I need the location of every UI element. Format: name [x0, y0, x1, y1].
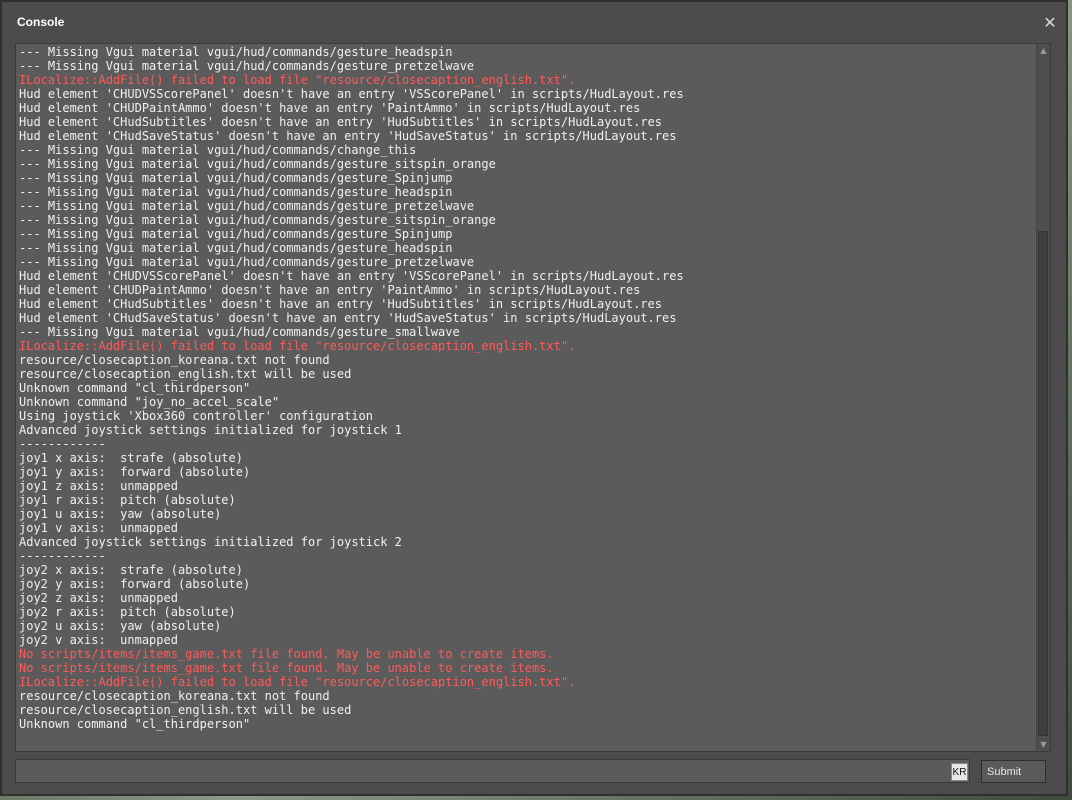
scroll-thumb[interactable]: [1038, 231, 1048, 736]
console-line: joy1 v axis: unmapped: [19, 521, 178, 535]
submit-button[interactable]: Submit: [981, 760, 1046, 783]
console-line: joy1 r axis: pitch (absolute): [19, 493, 236, 507]
console-line: Hud element 'CHUDPaintAmmo' doesn't have…: [19, 101, 641, 115]
title-bar[interactable]: Console ✕: [2, 2, 1066, 44]
console-line: --- Missing Vgui material vgui/hud/comma…: [19, 45, 453, 59]
console-line: --- Missing Vgui material vgui/hud/comma…: [19, 241, 453, 255]
console-line: resource/closecaption_koreana.txt not fo…: [19, 353, 330, 367]
console-line: Unknown command "cl_thirdperson": [19, 717, 251, 731]
console-line: --- Missing Vgui material vgui/hud/comma…: [19, 185, 453, 199]
console-line-error: No scripts/items/items_game.txt file fou…: [19, 661, 554, 675]
console-line: Unknown command "cl_thirdperson": [19, 381, 251, 395]
console-line: Unknown command "joy_no_accel_scale": [19, 395, 280, 409]
command-input[interactable]: [15, 759, 970, 783]
scroll-up-icon[interactable]: ▲: [1037, 44, 1050, 57]
console-line: Using joystick 'Xbox360 controller' conf…: [19, 409, 374, 423]
console-line: Hud element 'CHUDVSScorePanel' doesn't h…: [19, 87, 684, 101]
window-title: Console: [17, 15, 65, 29]
console-line: Hud element 'CHUDPaintAmmo' doesn't have…: [19, 283, 641, 297]
console-line: joy1 u axis: yaw (absolute): [19, 507, 222, 521]
console-line: Hud element 'CHudSaveStatus' doesn't hav…: [19, 311, 677, 325]
console-line: joy2 v axis: unmapped: [19, 633, 178, 647]
console-line: ------------: [19, 549, 106, 563]
scroll-down-icon[interactable]: ▼: [1037, 738, 1050, 751]
console-line: --- Missing Vgui material vgui/hud/comma…: [19, 227, 453, 241]
console-line: Hud element 'CHUDVSScorePanel' doesn't h…: [19, 269, 684, 283]
console-line: joy2 z axis: unmapped: [19, 591, 178, 605]
console-line: resource/closecaption_english.txt will b…: [19, 703, 352, 717]
console-line: Hud element 'CHudSaveStatus' doesn't hav…: [19, 129, 677, 143]
console-line: --- Missing Vgui material vgui/hud/comma…: [19, 171, 453, 185]
console-line: --- Missing Vgui material vgui/hud/comma…: [19, 199, 475, 213]
console-line: Advanced joystick settings initialized f…: [19, 535, 402, 549]
console-line-error: ILocalize::AddFile() failed to load file…: [19, 675, 576, 689]
console-line-error: ILocalize::AddFile() failed to load file…: [19, 339, 576, 353]
console-line: joy1 z axis: unmapped: [19, 479, 178, 493]
console-line: Hud element 'CHudSubtitles' doesn't have…: [19, 297, 662, 311]
ime-indicator[interactable]: KR: [951, 763, 968, 781]
console-line-error: ILocalize::AddFile() failed to load file…: [19, 73, 576, 87]
console-line: joy1 y axis: forward (absolute): [19, 465, 251, 479]
console-line: ------------: [19, 437, 106, 451]
console-line-error: No scripts/items/items_game.txt file fou…: [19, 647, 554, 661]
console-line: Hud element 'CHudSubtitles' doesn't have…: [19, 115, 662, 129]
console-line: --- Missing Vgui material vgui/hud/comma…: [19, 157, 496, 171]
console-line: joy2 u axis: yaw (absolute): [19, 619, 222, 633]
console-line: --- Missing Vgui material vgui/hud/comma…: [19, 59, 475, 73]
vertical-scrollbar[interactable]: ▲ ▼: [1036, 44, 1050, 751]
close-icon[interactable]: ✕: [1042, 14, 1058, 32]
console-line: joy2 y axis: forward (absolute): [19, 577, 251, 591]
output-lines: --- Missing Vgui material vgui/hud/comma…: [19, 45, 1034, 731]
console-line: --- Missing Vgui material vgui/hud/comma…: [19, 143, 417, 157]
console-line: joy2 r axis: pitch (absolute): [19, 605, 236, 619]
console-output[interactable]: --- Missing Vgui material vgui/hud/comma…: [15, 43, 1051, 752]
console-line: joy1 x axis: strafe (absolute): [19, 451, 243, 465]
console-line: --- Missing Vgui material vgui/hud/comma…: [19, 325, 460, 339]
console-line: Advanced joystick settings initialized f…: [19, 423, 402, 437]
console-line: --- Missing Vgui material vgui/hud/comma…: [19, 213, 496, 227]
console-line: joy2 x axis: strafe (absolute): [19, 563, 243, 577]
console-line: resource/closecaption_koreana.txt not fo…: [19, 689, 330, 703]
console-line: --- Missing Vgui material vgui/hud/comma…: [19, 255, 475, 269]
console-line: resource/closecaption_english.txt will b…: [19, 367, 352, 381]
